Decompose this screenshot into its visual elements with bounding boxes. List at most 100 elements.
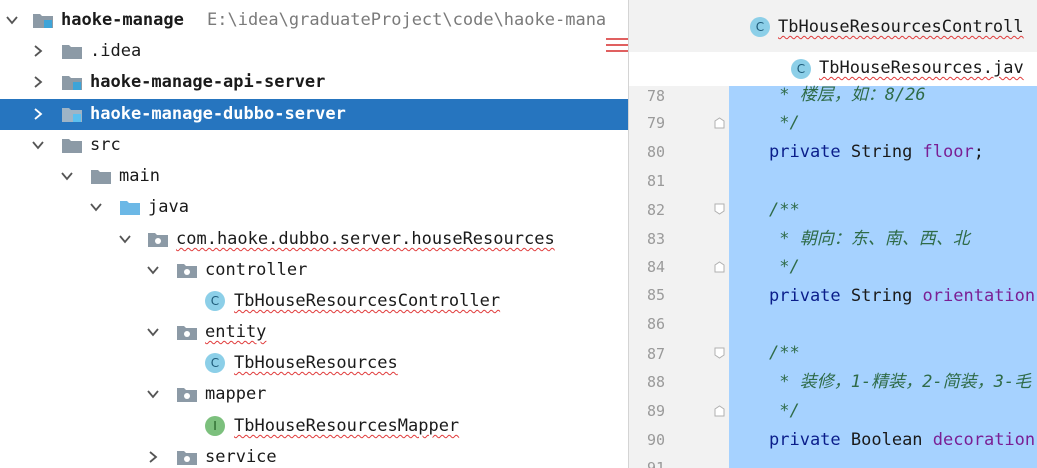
chevron-down-icon[interactable] (31, 138, 45, 152)
chevron-down-icon[interactable] (146, 387, 160, 401)
module-folder-icon (61, 105, 83, 123)
fold-marker-icon[interactable] (714, 117, 725, 129)
fold-marker-icon[interactable] (714, 347, 725, 359)
tree-item-controller[interactable]: controller (0, 255, 628, 286)
code-line[interactable]: * 装修，1-精装，2-简装，3-毛 (769, 371, 1031, 393)
source-folder-icon (119, 198, 141, 216)
tree-item-label: entity (205, 322, 267, 342)
class-icon: C (750, 17, 770, 37)
root-module-path: E:\idea\graduateProject\code\haoke-mana (207, 10, 607, 30)
package-icon (176, 261, 198, 279)
project-tree-panel: haoke-manage E:\idea\graduateProject\cod… (0, 0, 628, 468)
root-module-name: haoke-manage (61, 10, 184, 30)
code-line[interactable]: private String orientation; (769, 285, 1037, 307)
tree-item-label: mapper (205, 384, 267, 404)
tree-item-idea[interactable]: .idea (0, 36, 628, 67)
chevron-down-icon[interactable] (60, 169, 74, 183)
tree-item-label: java (148, 197, 189, 217)
package-icon (176, 323, 198, 341)
chevron-down-icon[interactable] (146, 263, 160, 277)
chevron-right-icon[interactable] (31, 75, 45, 89)
tree-item-entity[interactable]: entity (0, 317, 628, 348)
code-type: Boolean (850, 430, 933, 450)
code-line[interactable]: * 朝向：东、南、西、北 (769, 228, 969, 250)
package-icon (176, 448, 198, 466)
code-line[interactable]: * 楼层，如：8/26 (769, 84, 925, 106)
tree-item-main[interactable]: main (0, 161, 628, 192)
tree-item-label: .idea (90, 41, 142, 61)
tree-item-package[interactable]: com.haoke.dubbo.server.houseResources (0, 224, 628, 255)
tree-item-api-server[interactable]: haoke-manage-api-server (0, 67, 628, 98)
code-line[interactable]: */ (769, 112, 799, 134)
class-icon: C (205, 291, 225, 311)
folder-icon (61, 136, 83, 154)
line-number: 85 (646, 286, 665, 304)
chevron-down-icon[interactable] (146, 325, 160, 339)
code-line[interactable]: /** (769, 199, 800, 221)
fold-marker-icon[interactable] (714, 261, 725, 273)
line-number: 86 (646, 315, 665, 333)
tree-item-label: haoke-manage-api-server (90, 72, 326, 92)
tab-entity[interactable]: TbHouseResources.jav (819, 57, 1024, 79)
fold-marker-icon[interactable] (714, 203, 725, 215)
tree-item-entity-class[interactable]: C TbHouseResources (0, 348, 628, 379)
line-number: 78 (646, 87, 665, 105)
code-type: String (850, 286, 923, 306)
tree-item-controller-class[interactable]: C TbHouseResourcesController (0, 286, 628, 317)
code-line[interactable]: */ (769, 400, 799, 422)
tree-item-src[interactable]: src (0, 130, 628, 161)
code-keyword: private (769, 430, 851, 450)
menu-lines-icon[interactable] (606, 36, 628, 54)
chevron-down-icon[interactable] (118, 232, 132, 246)
tree-item-service[interactable]: service (0, 442, 628, 468)
code-line[interactable]: private String floor; (769, 141, 984, 163)
tree-root-row[interactable]: haoke-manage E:\idea\graduateProject\cod… (0, 5, 628, 36)
module-folder-icon (61, 73, 83, 91)
tree-item-label: src (90, 135, 121, 155)
chevron-right-icon[interactable] (146, 450, 160, 464)
package-icon (147, 230, 169, 248)
line-number: 91 (646, 459, 665, 468)
code-keyword: private (769, 142, 851, 162)
tree-item-label: service (205, 447, 277, 467)
line-number: 83 (646, 230, 665, 248)
code-line[interactable]: /** (769, 342, 800, 364)
code-field: orientation (922, 286, 1036, 306)
chevron-down-icon[interactable] (5, 13, 19, 27)
tree-item-mapper-interface[interactable]: I TbHouseResourcesMapper (0, 411, 628, 442)
module-folder-icon (32, 11, 54, 29)
tree-item-label: haoke-manage-dubbo-server (90, 104, 346, 124)
tab-controller[interactable]: TbHouseResourcesControll (778, 16, 1024, 38)
tree-item-mapper[interactable]: mapper (0, 379, 628, 410)
code-line[interactable]: private Boolean decoration; (769, 429, 1037, 451)
line-number: 84 (646, 258, 665, 276)
line-number: 80 (646, 143, 665, 161)
class-icon: C (205, 353, 225, 373)
line-number: 90 (646, 431, 665, 449)
line-number: 87 (646, 345, 665, 363)
folder-icon (61, 42, 83, 60)
interface-icon: I (205, 416, 225, 436)
code-field: decoration (932, 430, 1036, 450)
tree-item-label: TbHouseResourcesMapper (234, 416, 460, 436)
code-line[interactable]: */ (769, 256, 799, 278)
code-keyword: private (769, 286, 851, 306)
chevron-right-icon[interactable] (31, 107, 45, 121)
code-type: String (850, 142, 923, 162)
code-field: floor (922, 142, 974, 162)
tree-item-label: TbHouseResources (234, 353, 398, 373)
class-icon: C (791, 59, 811, 79)
tree-item-dubbo-server[interactable]: haoke-manage-dubbo-server (0, 99, 628, 130)
line-number: 82 (646, 201, 665, 219)
chevron-down-icon[interactable] (89, 200, 103, 214)
tree-item-label: controller (205, 260, 308, 280)
tree-item-java[interactable]: java (0, 192, 628, 223)
fold-marker-icon[interactable] (714, 405, 725, 417)
line-number: 79 (646, 114, 665, 132)
editor-tab-bar-secondary: C TbHouseResources.jav (629, 52, 1037, 87)
line-number: 88 (646, 373, 665, 391)
chevron-right-icon[interactable] (31, 44, 45, 58)
package-icon (176, 385, 198, 403)
line-number-gutter: 78 79 80 81 82 83 84 85 86 87 88 89 90 9… (629, 86, 729, 468)
tree-item-label: com.haoke.dubbo.server.houseResources (176, 229, 555, 249)
